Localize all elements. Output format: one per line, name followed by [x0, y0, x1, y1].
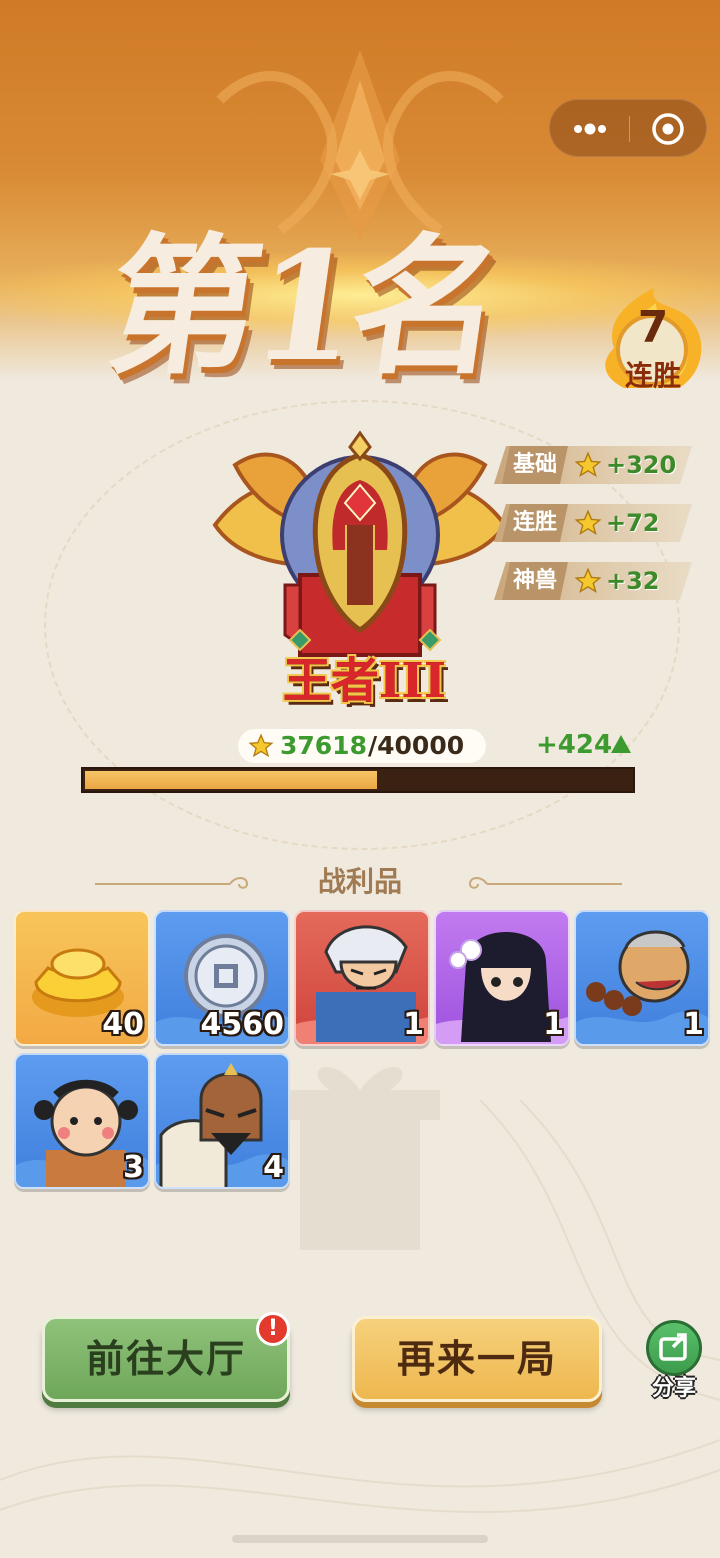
bonus-value: +72: [606, 509, 660, 537]
score-current: 37618: [280, 731, 367, 760]
reward-tile-hero-girl[interactable]: 1: [434, 910, 570, 1046]
star-icon: [574, 451, 602, 478]
reward-count: 1: [683, 1007, 704, 1042]
star-icon: [574, 509, 602, 536]
score-max: /40000: [368, 731, 465, 760]
bonus-label: 神兽: [512, 568, 557, 593]
reward-count: 1: [543, 1007, 564, 1042]
ornament-right: [468, 877, 622, 889]
miniprogram-capsule: [549, 99, 707, 157]
bonus-value: +32: [606, 567, 660, 595]
play-again-button[interactable]: 再来一局: [352, 1316, 602, 1402]
rewards-title: 战利品: [317, 865, 402, 898]
bonus-row-base: 基础 +320: [494, 446, 692, 484]
arrow-up-icon: [611, 735, 631, 753]
bonus-label-tag: 神兽: [502, 562, 568, 600]
streak-badge: 7 连胜: [594, 288, 704, 396]
score-gain: +424: [536, 730, 613, 760]
reward-tile-silver[interactable]: 4560: [154, 910, 290, 1046]
more-dots-icon[interactable]: [550, 100, 629, 158]
bonus-row-beast: 神兽 +32: [494, 562, 692, 600]
streak-count: 7: [637, 302, 669, 353]
reward-tile-gold[interactable]: 40: [14, 910, 150, 1046]
score-pill: 37618 /40000: [238, 729, 486, 763]
reward-tile-hero-white-hair[interactable]: 1: [294, 910, 430, 1046]
rank-name: 王者III: [282, 653, 447, 709]
reward-count: 40: [102, 1007, 144, 1042]
share-label: 分享: [651, 1376, 696, 1401]
share-icon: [646, 1320, 702, 1376]
bonus-label: 基础: [512, 452, 557, 477]
bonus-label-tag: 基础: [502, 446, 568, 484]
reward-count: 1: [403, 1007, 424, 1042]
notification-badge: !: [256, 1312, 290, 1346]
ornament-left: [95, 877, 249, 889]
reward-tile-hero-monk[interactable]: 1: [574, 910, 710, 1046]
star-icon: [574, 567, 602, 594]
bonus-row-streak: 连胜 +72: [494, 504, 692, 542]
home-indicator: [232, 1535, 488, 1543]
rank-progress-bar: [81, 767, 635, 793]
star-icon: [248, 733, 274, 758]
share-button[interactable]: 分享: [642, 1320, 706, 1404]
streak-label: 连胜: [624, 359, 681, 392]
bonus-label: 连胜: [512, 510, 557, 535]
reward-count: 4560: [200, 1007, 285, 1042]
target-circle-icon[interactable]: [630, 100, 708, 158]
rank-progress-fill: [85, 771, 377, 789]
rank-title: 第1名: [97, 219, 509, 395]
bonus-value: +320: [606, 451, 677, 479]
go-to-lobby-button[interactable]: 前往大厅: [42, 1316, 290, 1402]
bonus-label-tag: 连胜: [502, 504, 568, 542]
